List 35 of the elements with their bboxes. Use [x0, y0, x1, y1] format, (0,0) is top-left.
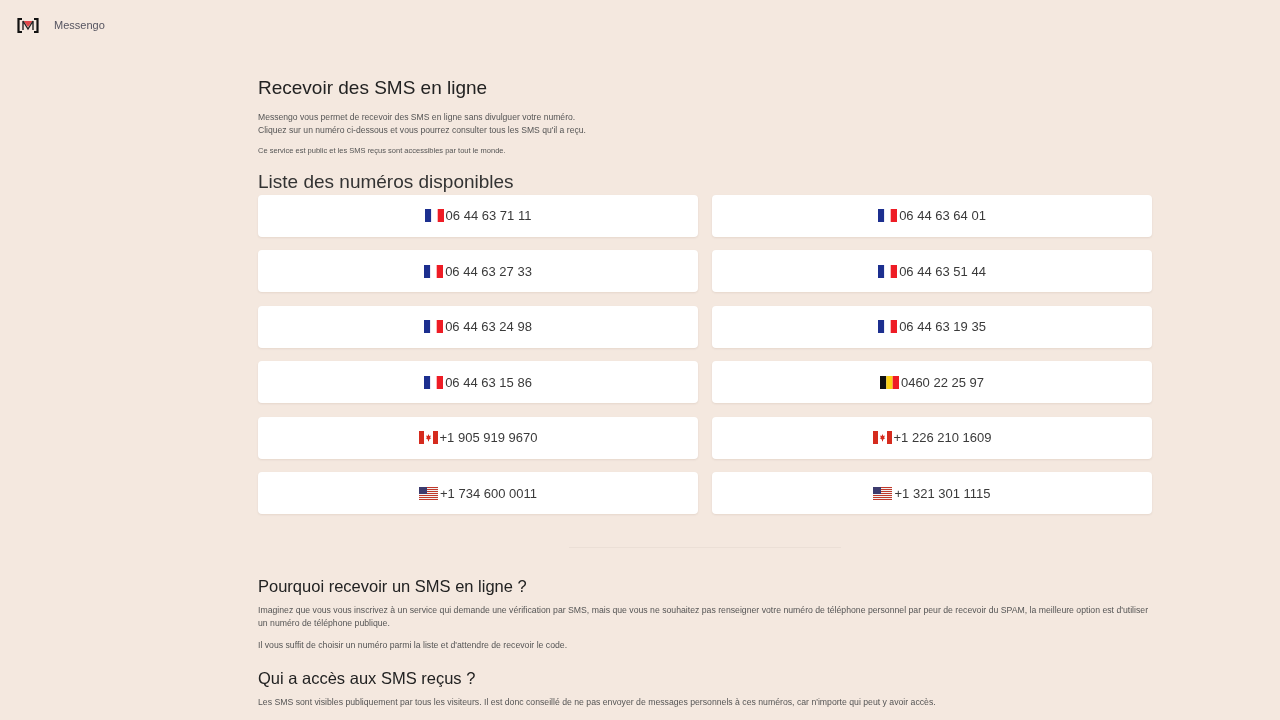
canadian-flag-icon: [418, 431, 438, 444]
phone-number-link[interactable]: 06 44 63 24 98: [258, 305, 698, 348]
american-flag-icon: [419, 486, 438, 500]
french-flag-icon: [424, 375, 444, 389]
phone-number-link[interactable]: +1 321 301 1115: [712, 472, 1152, 514]
section-heading: Qui a accès aux SMS reçus ?: [258, 668, 477, 688]
phone-number-link[interactable]: 06 44 63 27 33: [258, 250, 698, 292]
french-flag-icon: [424, 320, 444, 333]
intro-text: Messengo vous permet de recevoir des SMS en ligne sans divulguer votre numéro.: [258, 111, 577, 124]
phone-number-link[interactable]: +1 226 210 1609: [712, 416, 1152, 459]
paragraph-text: Il vous suffit de choisir un numéro parmi la liste et d'attendre de recevoir le code.: [258, 638, 569, 652]
paragraph-text: Imaginez que vous vous inscrivez à un service qui demande une vérification par SMS, mais que vous ne souhaitez pas renseigner votre numéro de téléphone personnel par peur de recevoir du SPAM, la meilleure option est d'utiliser un numéro de téléphone publique.: [258, 603, 1150, 630]
phone-number-link[interactable]: +1 734 600 0011: [258, 472, 698, 514]
phone-number-link[interactable]: 06 44 63 19 35: [712, 305, 1152, 348]
phone-number-link[interactable]: 06 44 63 64 01: [712, 194, 1152, 237]
belgian-flag-icon: [879, 375, 899, 389]
page-title: Recevoir des SMS en ligne: [258, 76, 489, 99]
intro-text: Cliquez sur un numéro ci-dessous et vous pourrez consulter tous les SMS qu'il a reçu.: [258, 124, 587, 137]
phone-number-link[interactable]: 06 44 63 15 86: [258, 361, 698, 403]
logo-icon: [17, 17, 39, 33]
paragraph-text: Les SMS sont visibles publiquement par tous les visiteurs. Il est donc conseillé de ne pas envoyer de messages personnels à ces numéros, car n'importe qui peut y avoir accès.: [258, 695, 937, 709]
french-flag-icon: [424, 209, 444, 222]
french-flag-icon: [878, 209, 898, 222]
brand-name: Messengo: [54, 19, 105, 31]
section-heading: Liste des numéros disponibles: [258, 170, 515, 193]
phone-number-link[interactable]: 06 44 63 51 44: [712, 250, 1152, 292]
american-flag-icon: [873, 486, 893, 500]
canadian-flag-icon: [872, 431, 892, 444]
section-heading: Pourquoi recevoir un SMS en ligne ?: [258, 576, 528, 596]
phone-number-link[interactable]: 0460 22 25 97: [712, 361, 1152, 403]
phone-number-link[interactable]: 06 44 63 71 11: [258, 194, 698, 237]
french-flag-icon: [878, 264, 898, 278]
french-flag-icon: [424, 264, 444, 278]
phone-number-link[interactable]: +1 905 919 9670: [258, 416, 698, 459]
french-flag-icon: [878, 320, 898, 333]
